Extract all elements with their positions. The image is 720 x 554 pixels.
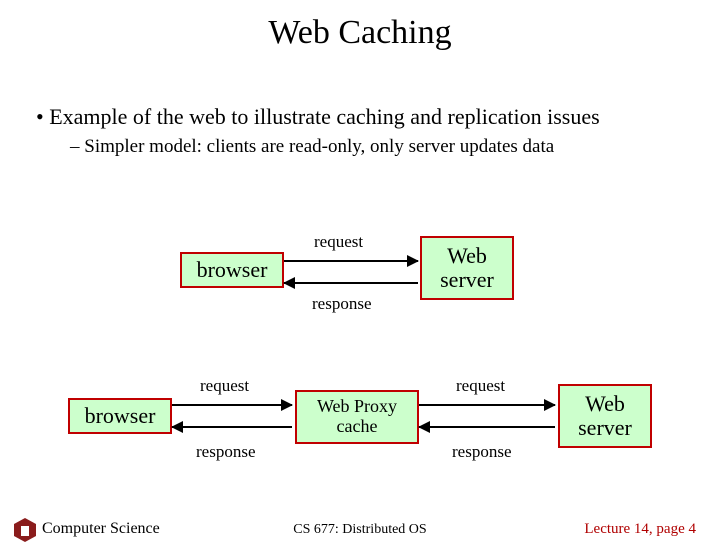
box-webserver-top-line1: Web (440, 244, 494, 268)
label-br-request: request (456, 376, 505, 396)
arrow-top-request (284, 260, 418, 262)
box-webserver-top: Web server (420, 236, 514, 300)
slide-title: Web Caching (0, 14, 720, 52)
box-webserver-bottom-line1: Web (578, 392, 632, 416)
arrow-br-response (419, 426, 555, 428)
arrow-bl-response (172, 426, 292, 428)
bullet-list: Example of the web to illustrate caching… (36, 104, 720, 158)
box-proxy: Web Proxy cache (295, 390, 419, 444)
arrow-bl-request (172, 404, 292, 406)
bullet-sub: Simpler model: clients are read-only, on… (70, 136, 720, 158)
bullet-main: Example of the web to illustrate caching… (36, 104, 720, 130)
box-browser-top: browser (180, 252, 284, 288)
box-webserver-top-line2: server (440, 268, 494, 292)
arrow-br-request (419, 404, 555, 406)
box-browser-bottom-label: browser (85, 404, 156, 428)
box-proxy-line1: Web Proxy (317, 397, 397, 417)
box-proxy-line2: cache (317, 417, 397, 437)
label-bl-response: response (196, 442, 255, 462)
label-top-response: response (312, 294, 371, 314)
box-webserver-bottom: Web server (558, 384, 652, 448)
label-br-response: response (452, 442, 511, 462)
slide: Web Caching Example of the web to illust… (0, 14, 720, 554)
box-browser-bottom: browser (68, 398, 172, 434)
box-browser-top-label: browser (197, 258, 268, 282)
box-webserver-bottom-line2: server (578, 416, 632, 440)
footer-right: Lecture 14, page 4 (584, 521, 696, 538)
arrow-top-response (284, 282, 418, 284)
label-bl-request: request (200, 376, 249, 396)
label-top-request: request (314, 232, 363, 252)
